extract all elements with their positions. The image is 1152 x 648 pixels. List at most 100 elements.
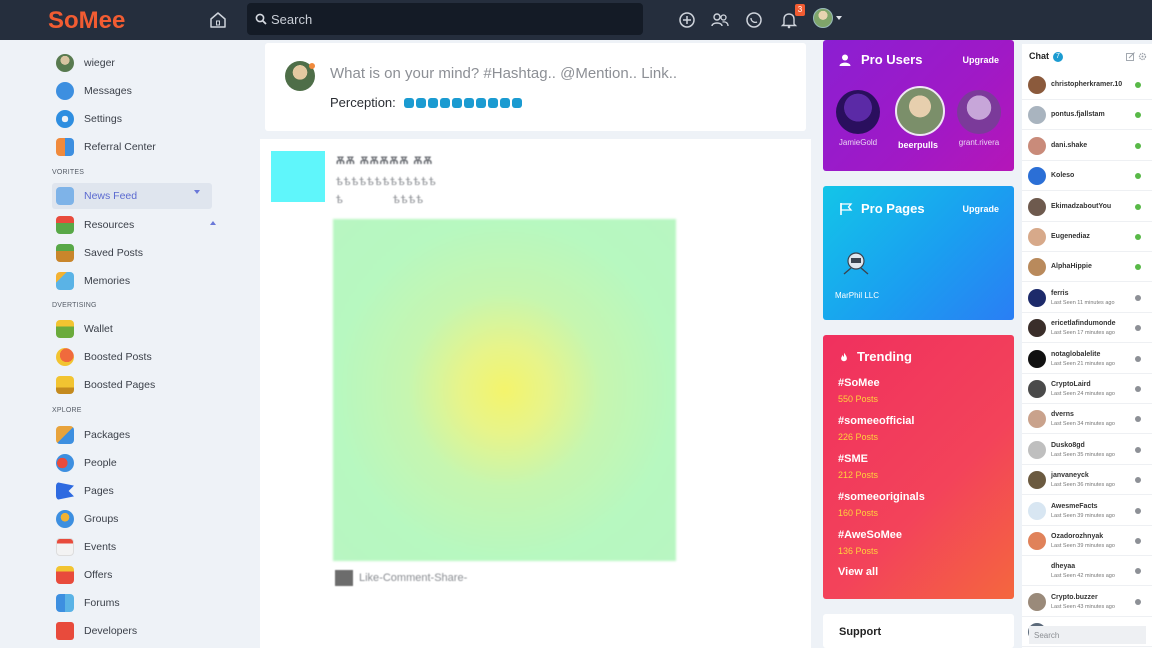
left-sidebar: wieger Messages Settings Referral Center… — [0, 40, 260, 648]
sidebar-item-packages[interactable]: Packages — [56, 424, 226, 446]
chevron-down-icon[interactable] — [836, 16, 842, 20]
chat-contact-name: pontus.fjallstam — [1051, 111, 1105, 119]
chat-contact-avatar — [1028, 532, 1046, 550]
chat-contact-row[interactable]: dheyaa Last Seen 42 minutes ago — [1022, 556, 1152, 587]
chat-bubble-icon[interactable] — [744, 10, 764, 30]
search-input[interactable] — [271, 3, 631, 35]
sidebar-item-saved-posts[interactable]: Saved Posts — [56, 242, 226, 264]
section-explore: XPLORE — [52, 407, 82, 414]
composer-input[interactable]: What is on your mind? #Hashtag.. @Mentio… — [330, 65, 677, 82]
home-icon[interactable] — [208, 10, 228, 30]
sidebar-item-messages[interactable]: Messages — [56, 80, 226, 102]
chat-contact-row[interactable]: AlphaHippie — [1022, 252, 1152, 283]
edit-icon[interactable] — [1126, 52, 1135, 61]
sidebar-item-people[interactable]: People — [56, 452, 226, 474]
chat-contact-row[interactable]: Dusko8gd Last Seen 35 minutes ago — [1022, 435, 1152, 465]
pro-user-jamiegold[interactable]: JamieGold — [835, 90, 881, 147]
post-author-name[interactable]: ѪѪ ѪѪѪѪѪ ѪѪ — [336, 155, 433, 167]
sidebar-item-boosted-posts[interactable]: Boosted Posts — [56, 346, 226, 368]
chat-contact-row[interactable]: janvaneyck Last Seen 36 minutes ago — [1022, 465, 1152, 496]
sidebar-item-memories[interactable]: Memories — [56, 270, 226, 292]
chat-contact-name: EkimadzaboutYou — [1051, 202, 1112, 210]
chat-contact-row[interactable]: christopherkramer.10 — [1022, 70, 1152, 100]
chat-contact-avatar — [1028, 440, 1046, 459]
chevron-down-icon[interactable] — [194, 190, 200, 194]
sidebar-item-settings[interactable]: Settings — [56, 108, 226, 130]
chat-search-input[interactable] — [1029, 626, 1146, 644]
sidebar-item-referral-center[interactable]: Referral Center — [56, 136, 226, 158]
sidebar-item-forums[interactable]: Forums — [56, 592, 226, 614]
chat-contact-row[interactable]: dani.shake — [1022, 131, 1152, 161]
offline-status-icon — [1135, 294, 1141, 301]
chat-contact-row[interactable]: Eugenediaz — [1022, 222, 1152, 252]
trending-tag[interactable]: #SoMee — [838, 377, 880, 389]
sidebar-item-wallet[interactable]: Wallet — [56, 318, 226, 340]
somee-logo[interactable]: SoMee — [48, 6, 152, 34]
trending-count: 212 Posts — [838, 470, 879, 480]
perception-segment[interactable] — [475, 97, 486, 108]
chat-contact-row[interactable]: Ozadorozhnyak Last Seen 39 minutes ago — [1022, 526, 1152, 556]
perception-segment[interactable] — [511, 97, 522, 108]
like-link[interactable]: Like — [359, 572, 379, 584]
perception-segment[interactable] — [427, 97, 438, 108]
trending-tag[interactable]: #AweSoMee — [838, 529, 902, 541]
perception-meter[interactable] — [403, 97, 522, 108]
sidebar-item-profile[interactable]: wieger — [56, 52, 226, 74]
user-avatar[interactable] — [813, 8, 833, 28]
chat-contact-row[interactable]: dverns Last Seen 34 minutes ago — [1022, 404, 1152, 435]
perception-segment[interactable] — [451, 97, 462, 108]
search-bar[interactable] — [247, 3, 643, 35]
separator: - — [463, 572, 468, 584]
chat-contact-row[interactable]: Crypto.buzzer Last Seen 43 minutes ago — [1022, 587, 1152, 617]
trending-tag[interactable]: #someeoriginals — [838, 491, 925, 503]
post-author-avatar[interactable] — [271, 151, 325, 202]
people-icon — [56, 454, 74, 472]
chat-contact-row[interactable]: pontus.fjallstam — [1022, 100, 1152, 131]
comment-link[interactable]: Comment — [383, 572, 431, 584]
chat-contact-row[interactable]: AwesmeFacts Last Seen 39 minutes ago — [1022, 496, 1152, 526]
pro-user-grant-rivera[interactable]: grant.rivera — [956, 90, 1002, 147]
perception-segment[interactable] — [463, 97, 474, 108]
sidebar-item-offers[interactable]: Offers — [56, 564, 226, 586]
pro-pages-upgrade-link[interactable]: Upgrade — [962, 204, 999, 214]
pro-user-beerpulls[interactable]: beerpulls — [895, 86, 945, 150]
chevron-up-icon[interactable] — [210, 221, 216, 225]
page-logo-icon[interactable] — [839, 248, 873, 278]
sidebar-item-pages[interactable]: Pages — [56, 480, 226, 502]
post-image[interactable] — [333, 219, 676, 561]
add-circle-icon[interactable] — [677, 10, 697, 30]
pro-page-name[interactable]: MarPhil LLC — [835, 291, 879, 300]
chat-contact-row[interactable]: notaglobalelite Last Seen 21 minutes ago — [1022, 344, 1152, 374]
perception-segment[interactable] — [439, 97, 450, 108]
trending-tag[interactable]: #someeofficial — [838, 415, 914, 427]
gear-icon[interactable] — [1138, 52, 1147, 61]
perception-segment[interactable] — [415, 97, 426, 108]
trending-view-all-link[interactable]: View all — [838, 566, 878, 578]
perception-segment[interactable] — [403, 97, 414, 108]
sidebar-item-developers[interactable]: Developers — [56, 620, 226, 642]
sidebar-item-resources[interactable]: Resources — [56, 214, 226, 236]
chat-contact-row[interactable]: ericetlafindumonde Last Seen 17 minutes a… — [1022, 313, 1152, 344]
support-title[interactable]: Support — [839, 626, 881, 638]
offline-status-icon — [1135, 477, 1141, 484]
chat-contact-row[interactable]: CryptoLaird Last Seen 24 minutes ago — [1022, 374, 1152, 404]
sidebar-item-boosted-pages[interactable]: Boosted Pages — [56, 374, 226, 396]
friends-icon[interactable] — [710, 10, 730, 30]
pro-users-upgrade-link[interactable]: Upgrade — [962, 55, 999, 65]
sidebar-item-events[interactable]: Events — [56, 536, 226, 558]
sidebar-item-label: Pages — [84, 485, 114, 497]
trending-tag[interactable]: #SME — [838, 453, 868, 465]
sidebar-item-label: Resources — [84, 219, 135, 231]
chat-contact-row[interactable]: Koleso — [1022, 161, 1152, 192]
perception-segment[interactable] — [499, 97, 510, 108]
sidebar-item-news-feed[interactable]: News Feed — [52, 183, 212, 209]
share-link[interactable]: Share — [434, 572, 463, 584]
sidebar-item-label: Offers — [84, 569, 113, 581]
trending-count: 226 Posts — [838, 432, 879, 442]
post-composer[interactable]: What is on your mind? #Hashtag.. @Mentio… — [265, 43, 806, 131]
perception-segment[interactable] — [487, 97, 498, 108]
chat-contact-row[interactable]: ferris Last Seen 11 minutes ago — [1022, 283, 1152, 313]
messages-icon — [56, 82, 74, 100]
sidebar-item-groups[interactable]: Groups — [56, 508, 226, 530]
chat-contact-row[interactable]: EkimadzaboutYou — [1022, 192, 1152, 222]
